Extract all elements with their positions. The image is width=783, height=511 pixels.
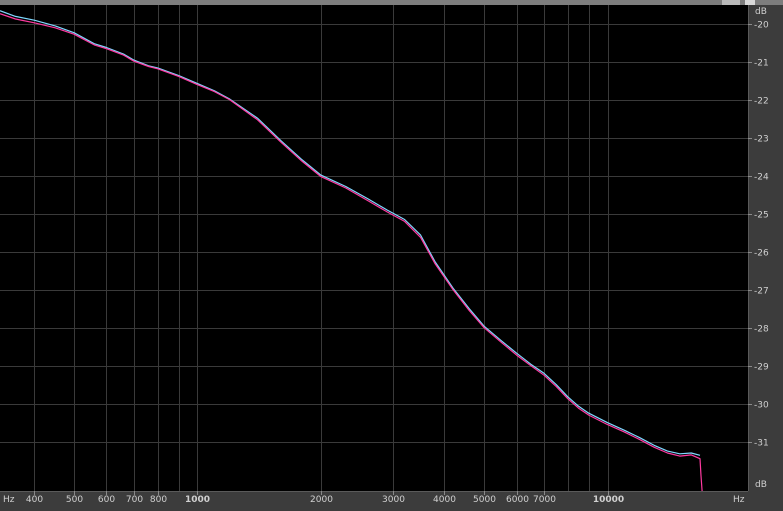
grid: [0, 5, 748, 491]
y-tick-label: -24: [754, 173, 769, 183]
x-tick-label: 4000: [433, 495, 456, 505]
y-tick-label: -30: [754, 401, 769, 411]
x-tick-label: 400: [26, 495, 43, 505]
x-tick-label: 7000: [533, 495, 556, 505]
series-layer: [0, 10, 703, 492]
y-tick-label: -28: [754, 325, 769, 335]
x-tick-label: 500: [66, 495, 83, 505]
y-tick-label: -22: [754, 97, 769, 107]
x-tick-label: 3000: [382, 495, 405, 505]
y-tick-label: -23: [754, 135, 769, 145]
y-tick-label: -20: [754, 21, 769, 31]
y-tick-label: -31: [754, 439, 769, 449]
y-tick-label: -27: [754, 287, 769, 297]
frequency-response-chart: -20 -21 -22 -23 -24 -25 -26 -27 -28 -29 -30 -31 400…: [0, 5, 769, 505]
x-unit-label-left: Hz: [3, 495, 15, 505]
x-tick-label: 5000: [473, 495, 496, 505]
series-line: [0, 10, 701, 456]
x-tick-label: 600: [98, 495, 115, 505]
x-axis-labels: 400 500 600 700 800 1000 2000 3000 4000 5000 6000 7…: [26, 491, 624, 505]
y-tick-label: -26: [754, 249, 769, 259]
spectrum-window: -20 -21 -22 -23 -24 -25 -26 -27 -28 -29 -30 -31 400…: [0, 0, 783, 511]
x-tick-label: 800: [150, 495, 167, 505]
y-tick-label: -29: [754, 363, 769, 373]
x-tick-label: 1000: [185, 495, 210, 505]
y-axis-labels: -20 -21 -22 -23 -24 -25 -26 -27 -28 -29 -30 -31: [748, 21, 769, 449]
x-tick-label: 700: [126, 495, 143, 505]
y-unit-label-bottom: dB: [755, 480, 767, 490]
x-unit-label-right: Hz: [733, 495, 745, 505]
y-tick-label: -25: [754, 211, 769, 221]
y-tick-label: -21: [754, 59, 769, 69]
x-tick-label: 10000: [593, 495, 624, 505]
x-tick-label: 2000: [310, 495, 333, 505]
y-unit-label-top: dB: [755, 7, 767, 17]
x-tick-label: 6000: [506, 495, 529, 505]
